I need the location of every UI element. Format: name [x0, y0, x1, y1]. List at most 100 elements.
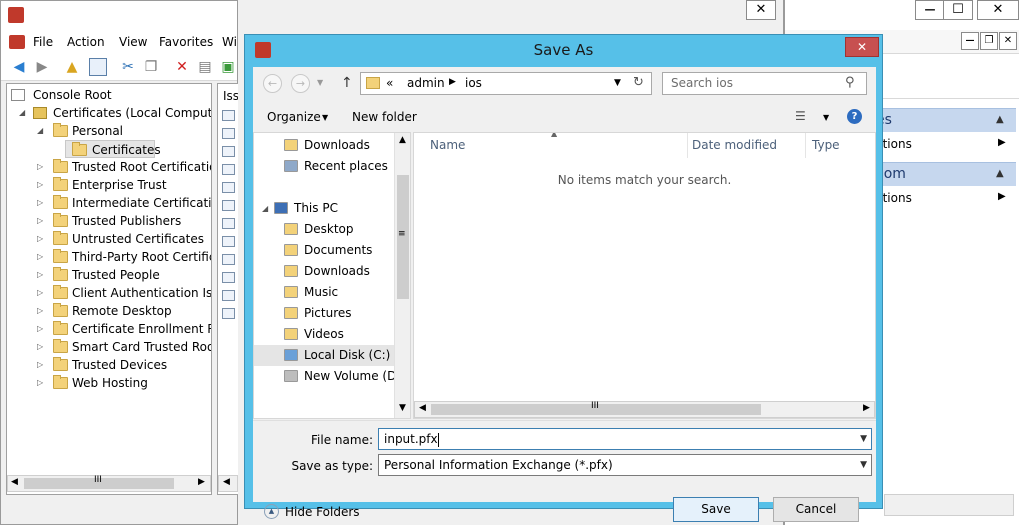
- nav-item[interactable]: Downloads: [254, 135, 394, 156]
- column-header-type[interactable]: Type: [812, 133, 840, 158]
- copy-icon[interactable]: ❐: [142, 58, 160, 76]
- actions-item-more-actions-2[interactable]: ctions ▶: [876, 191, 1016, 205]
- menu-action[interactable]: Action: [67, 35, 105, 49]
- back-arrow-icon[interactable]: ◀: [10, 58, 28, 76]
- scroll-up-icon[interactable]: ▲: [399, 135, 406, 145]
- address-dropdown-icon[interactable]: ▼: [614, 78, 621, 88]
- expand-arrow-icon[interactable]: ▷: [37, 176, 45, 194]
- save-as-type-select[interactable]: Personal Information Exchange (*.pfx) ▼: [378, 454, 872, 476]
- column-separator[interactable]: [805, 133, 806, 158]
- collapse-up-icon[interactable]: ▲: [996, 109, 1004, 131]
- hide-folders-button[interactable]: Hide Folders: [285, 505, 360, 519]
- tree-node-certificates-selected[interactable]: Certificates: [65, 140, 161, 158]
- collapse-arrow-icon[interactable]: ◢: [19, 104, 27, 122]
- properties-icon[interactable]: ▤: [196, 58, 214, 76]
- menu-favorites[interactable]: Favorites: [159, 35, 213, 49]
- expand-arrow-icon[interactable]: ▷: [37, 338, 45, 356]
- column-header-date-modified[interactable]: Date modified: [692, 133, 777, 158]
- recent-locations-chevron-icon[interactable]: ▼: [317, 78, 323, 87]
- refresh-icon[interactable]: ↻: [633, 75, 644, 90]
- expand-arrow-icon[interactable]: ▷: [37, 194, 45, 212]
- up-folder-icon[interactable]: ▲: [63, 58, 81, 76]
- help-icon[interactable]: ?: [847, 109, 862, 124]
- breadcrumb-ios[interactable]: ios: [465, 76, 482, 90]
- nav-item[interactable]: Local Disk (C:): [254, 345, 394, 366]
- maximize-button[interactable]: ☐: [943, 0, 973, 20]
- menu-view[interactable]: View: [119, 35, 147, 49]
- organize-dropdown-icon[interactable]: ▼: [322, 113, 328, 122]
- actions-item-more-actions[interactable]: ctions ▶: [876, 137, 1016, 151]
- nav-item[interactable]: Music: [254, 282, 394, 303]
- actions-header-certificates[interactable]: es ▲: [876, 108, 1016, 132]
- inner-restore-button[interactable]: ❐: [980, 32, 998, 50]
- scroll-right-icon[interactable]: ▶: [198, 477, 205, 487]
- search-input[interactable]: Search ios: [662, 72, 867, 95]
- nav-item[interactable]: Recent places: [254, 156, 394, 177]
- nav-item[interactable]: New Volume (D:): [254, 366, 405, 387]
- actions-header-domain[interactable]: com ▲: [876, 162, 1016, 186]
- scroll-left-icon[interactable]: ◀: [223, 477, 230, 487]
- expand-arrow-icon[interactable]: ▷: [37, 212, 45, 230]
- scroll-thumb[interactable]: III: [24, 475, 174, 489]
- navigation-vertical-scrollbar[interactable]: ▲ ≡ ▼: [394, 133, 410, 418]
- scroll-left-icon[interactable]: ◀: [11, 477, 18, 487]
- nav-item[interactable]: Pictures: [254, 303, 394, 324]
- file-name-input[interactable]: input.pfx ▼: [378, 428, 872, 450]
- close-button[interactable]: ✕: [977, 0, 1019, 20]
- view-options-icon[interactable]: ☰: [795, 109, 806, 123]
- delete-icon[interactable]: ✕: [173, 58, 191, 76]
- expand-arrow-icon[interactable]: ▷: [37, 158, 45, 176]
- scroll-down-icon[interactable]: ▼: [399, 403, 406, 413]
- scroll-left-icon[interactable]: ◀: [419, 403, 426, 413]
- nav-item[interactable]: Documents: [254, 240, 394, 261]
- expand-arrow-icon[interactable]: ▷: [37, 302, 45, 320]
- cut-icon[interactable]: ✂: [119, 58, 137, 76]
- menu-window[interactable]: Wi: [222, 35, 237, 49]
- save-button[interactable]: Save: [673, 497, 759, 522]
- list-horizontal-scrollbar[interactable]: ◀: [218, 475, 238, 492]
- collapse-up-icon[interactable]: ▲: [996, 163, 1004, 185]
- expand-arrow-icon[interactable]: ▷: [37, 356, 45, 374]
- expand-arrow-icon[interactable]: ▷: [37, 248, 45, 266]
- file-list-horizontal-scrollbar[interactable]: ◀ III ▶: [414, 401, 875, 418]
- show-hide-tree-icon[interactable]: [89, 58, 107, 76]
- scroll-right-icon[interactable]: ▶: [863, 403, 870, 413]
- expand-arrow-icon[interactable]: ▷: [37, 374, 45, 392]
- nav-item[interactable]: Videos: [254, 324, 394, 345]
- tree-horizontal-scrollbar[interactable]: ◀ III ▶: [7, 475, 211, 492]
- expand-arrow-icon[interactable]: ▷: [37, 266, 45, 284]
- view-dropdown-icon[interactable]: ▼: [823, 113, 829, 122]
- nav-item[interactable]: ◢ This PC: [254, 198, 394, 219]
- new-folder-button[interactable]: New folder: [352, 110, 417, 124]
- breadcrumb-admin[interactable]: admin: [407, 76, 445, 90]
- address-overflow[interactable]: «: [386, 76, 393, 90]
- up-arrow-icon[interactable]: ↑: [341, 75, 353, 91]
- column-separator[interactable]: [687, 133, 688, 158]
- breadcrumb-separator-icon[interactable]: ▶: [449, 77, 456, 87]
- background-window-close-button[interactable]: ✕: [746, 0, 776, 20]
- nav-item[interactable]: Downloads: [254, 261, 394, 282]
- nav-item[interactable]: Desktop: [254, 219, 394, 240]
- expand-arrow-icon[interactable]: ▷: [37, 320, 45, 338]
- issued-to-column-header[interactable]: Issu: [223, 89, 238, 103]
- export-list-icon[interactable]: ▣: [219, 58, 237, 76]
- organize-button[interactable]: Organize: [267, 110, 321, 124]
- file-name-dropdown-icon[interactable]: ▼: [860, 429, 867, 449]
- forward-arrow-icon[interactable]: →: [291, 74, 310, 93]
- collapse-arrow-icon[interactable]: ◢: [262, 198, 268, 219]
- cancel-button[interactable]: Cancel: [773, 497, 859, 522]
- back-arrow-icon[interactable]: ←: [263, 74, 282, 93]
- hide-folders-icon[interactable]: ▲: [264, 504, 279, 519]
- inner-close-button[interactable]: ✕: [999, 32, 1017, 50]
- address-bar[interactable]: « admin ▶ ios ▼ ↻: [360, 72, 652, 95]
- forward-arrow-icon[interactable]: ▶: [33, 58, 51, 76]
- dialog-close-button[interactable]: ✕: [845, 37, 879, 57]
- collapse-arrow-icon[interactable]: ◢: [37, 122, 45, 140]
- expand-arrow-icon[interactable]: ▷: [37, 230, 45, 248]
- column-header-name[interactable]: Name: [430, 133, 465, 158]
- save-as-type-dropdown-icon[interactable]: ▼: [860, 455, 867, 475]
- expand-arrow-icon[interactable]: ▷: [37, 284, 45, 302]
- minimize-button[interactable]: —: [915, 0, 945, 20]
- inner-minimize-button[interactable]: —: [961, 32, 979, 50]
- menu-file[interactable]: File: [33, 35, 53, 49]
